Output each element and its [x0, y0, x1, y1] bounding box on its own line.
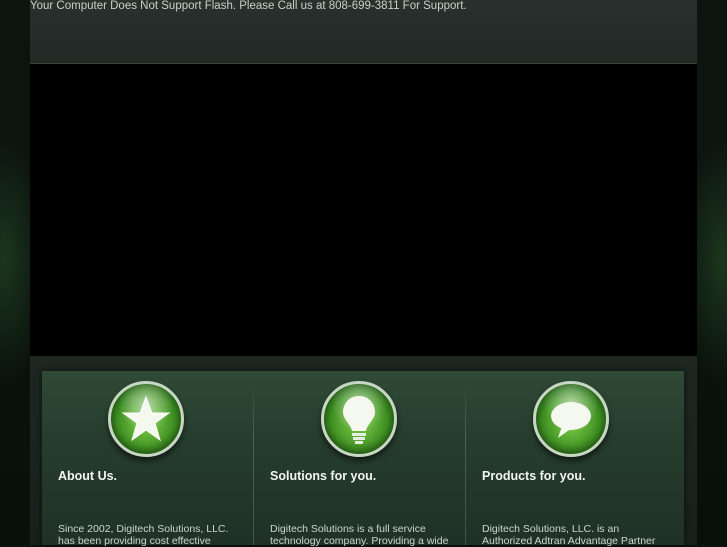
- feature-title[interactable]: Solutions for you.: [270, 469, 376, 483]
- star-icon[interactable]: [108, 381, 184, 457]
- feature-text: Digitech Solutions, LLC. is an Authorize…: [482, 523, 656, 547]
- feature-title[interactable]: About Us.: [58, 469, 117, 483]
- feature-text: Digitech Solutions is a full service tec…: [270, 523, 449, 547]
- features-panel: About Us. Since 2002, Digitech Solutions…: [42, 371, 684, 547]
- feature-solutions: Solutions for you. Digitech Solutions is…: [254, 371, 465, 547]
- speech-bubble-icon[interactable]: [533, 381, 609, 457]
- header-bar: Your Computer Does Not Support Flash. Pl…: [30, 0, 697, 64]
- feature-products: Products for you. Digitech Solutions, LL…: [466, 371, 684, 547]
- flash-notice: Your Computer Does Not Support Flash. Pl…: [30, 0, 467, 12]
- flash-placeholder: [30, 64, 697, 356]
- feature-title[interactable]: Products for you.: [482, 469, 585, 483]
- lightbulb-icon[interactable]: [321, 381, 397, 457]
- feature-text: Since 2002, Digitech Solutions, LLC. has…: [58, 523, 229, 547]
- feature-about: About Us. Since 2002, Digitech Solutions…: [42, 371, 253, 547]
